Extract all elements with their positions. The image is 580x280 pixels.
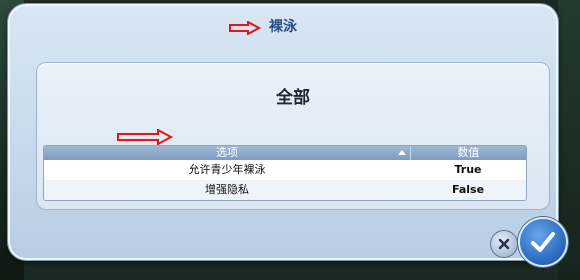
option-value[interactable]: True xyxy=(410,160,526,180)
option-value[interactable]: False xyxy=(410,180,526,200)
annotation-arrow-icon xyxy=(229,21,262,35)
column-header-value[interactable]: 数值 xyxy=(411,146,526,160)
table-row[interactable]: 增强隐私 False xyxy=(44,180,526,200)
annotation-arrow-icon xyxy=(117,129,174,145)
options-dialog: 裸泳 全部 选项 数值 允许青少年裸泳 True 增强隐私 False xyxy=(8,4,558,260)
table-header: 选项 数值 xyxy=(44,146,526,160)
dialog-title: 裸泳 xyxy=(269,19,297,35)
options-panel: 全部 选项 数值 允许青少年裸泳 True 增强隐私 False xyxy=(36,62,550,210)
sort-ascending-icon[interactable] xyxy=(398,150,406,155)
option-name: 增强隐私 xyxy=(205,183,249,196)
table-row[interactable]: 允许青少年裸泳 True xyxy=(44,160,526,180)
checkmark-icon xyxy=(531,232,555,252)
column-header-option[interactable]: 选项 xyxy=(44,146,411,160)
option-name: 允许青少年裸泳 xyxy=(188,163,266,176)
options-table: 选项 数值 允许青少年裸泳 True 增强隐私 False xyxy=(43,145,527,201)
ok-button[interactable] xyxy=(518,217,568,267)
close-icon xyxy=(498,238,510,250)
column-header-option-label: 选项 xyxy=(216,146,238,159)
cancel-button[interactable] xyxy=(490,230,518,258)
section-title: 全部 xyxy=(276,88,310,108)
